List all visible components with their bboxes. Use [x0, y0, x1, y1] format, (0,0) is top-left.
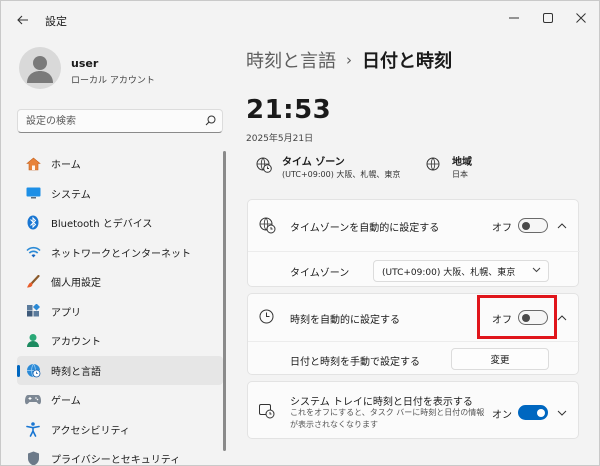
chevron-down-icon[interactable]	[556, 407, 568, 419]
clock-icon	[259, 309, 274, 324]
sidebar-item-label: ゲーム	[51, 396, 81, 408]
arrow-left-icon	[17, 15, 28, 25]
sidebar-item-network[interactable]: ネットワークとインターネット	[17, 238, 223, 268]
auto-time-title: 時刻を自動的に設定する	[290, 315, 400, 326]
sidebar-item-privacy[interactable]: プライバシーとセキュリティ	[17, 444, 223, 466]
taskbar-clock-icon	[259, 404, 275, 419]
breadcrumb-separator: ›	[346, 51, 352, 69]
minimize-button[interactable]	[499, 7, 529, 29]
globe-clock-icon	[256, 157, 272, 173]
sidebar-item-time-language[interactable]: 時刻と言語	[17, 355, 223, 385]
timezone-select-label: タイムゾーン	[290, 268, 350, 279]
manual-time-row: 日付と時刻を手動で設定する 変更	[248, 342, 580, 376]
person-icon	[27, 334, 39, 348]
timezone-dropdown-value: (UTC+09:00) 大阪、札幌、東京	[382, 268, 516, 278]
app-title: 設定	[45, 15, 67, 28]
tray-time-toggle[interactable]	[518, 405, 548, 420]
sidebar-item-label: プライバシーとセキュリティ	[51, 455, 181, 466]
account-type: ローカル アカウント	[71, 76, 155, 86]
wifi-icon	[25, 247, 41, 258]
home-icon	[25, 157, 41, 171]
user-name: user	[71, 57, 99, 70]
region-value: 日本	[452, 170, 468, 179]
change-time-button[interactable]: 変更	[451, 348, 549, 370]
avatar	[19, 47, 61, 89]
display-icon	[26, 187, 40, 199]
user-silhouette-icon	[27, 56, 53, 83]
sidebar-item-gaming[interactable]: ゲーム	[17, 385, 223, 415]
globe-clock-icon	[259, 217, 276, 234]
timezone-label: タイム ゾーン	[282, 157, 345, 168]
tray-time-row[interactable]: システム トレイに時刻と日付を表示する これをオフにすると、タスク バーに時刻と…	[248, 382, 580, 440]
region-label: 地域	[452, 157, 472, 168]
settings-window: 設定 user ローカル アカウント ホーム	[0, 0, 600, 466]
tray-time-title: システム トレイに時刻と日付を表示する	[290, 397, 473, 408]
current-time: 21:53	[246, 95, 332, 125]
sidebar-item-bluetooth[interactable]: Bluetooth とデバイス	[17, 208, 223, 238]
close-button[interactable]	[566, 7, 596, 29]
sidebar-item-label: 時刻と言語	[51, 366, 101, 378]
title-bar: 設定	[1, 1, 599, 39]
tray-time-description: これをオフにすると、タスク バーに時刻と日付の情報が表示されなくなります	[290, 408, 485, 429]
timezone-dropdown[interactable]: (UTC+09:00) 大阪、札幌、東京	[373, 260, 549, 282]
timezone-select-row: タイムゾーン (UTC+09:00) 大阪、札幌、東京	[248, 252, 580, 288]
sidebar-item-label: システム	[51, 189, 91, 201]
back-button[interactable]	[11, 9, 35, 31]
sidebar-item-personalization[interactable]: 個人用設定	[17, 267, 223, 297]
globe-icon	[426, 157, 440, 171]
sidebar-item-label: 個人用設定	[51, 278, 101, 290]
breadcrumb-parent[interactable]: 時刻と言語	[246, 47, 336, 73]
auto-timezone-card: タイムゾーンを自動的に設定する オフ タイムゾーン (UTC+09:00) 大阪…	[247, 199, 580, 288]
sidebar-nav: ホーム システム Bluetooth とデバイス ネットワークとインターネット …	[17, 149, 223, 466]
maximize-button[interactable]	[533, 7, 563, 29]
settings-search[interactable]	[17, 109, 223, 133]
chevron-up-icon[interactable]	[556, 312, 568, 324]
sidebar-item-label: ホーム	[51, 160, 81, 172]
tray-time-card: システム トレイに時刻と日付を表示する これをオフにすると、タスク バーに時刻と…	[247, 381, 579, 439]
sidebar-item-apps[interactable]: アプリ	[17, 297, 223, 327]
gamepad-icon	[25, 395, 41, 405]
sidebar-item-accounts[interactable]: アカウント	[17, 326, 223, 356]
close-icon	[576, 13, 586, 23]
sidebar-item-label: Bluetooth とデバイス	[51, 219, 153, 231]
bluetooth-icon	[27, 215, 39, 230]
sidebar-item-label: アクセシビリティ	[51, 425, 130, 437]
minimize-icon	[509, 17, 519, 19]
maximize-icon	[543, 13, 553, 23]
sidebar-item-label: アプリ	[51, 307, 81, 319]
timezone-value: (UTC+09:00) 大阪、札幌、東京	[282, 170, 401, 179]
accessibility-icon	[26, 421, 40, 437]
globe-clock-icon	[26, 363, 40, 378]
current-date: 2025年5月21日	[246, 134, 314, 144]
manual-time-label: 日付と時刻を手動で設定する	[290, 357, 420, 368]
sidebar-item-accessibility[interactable]: アクセシビリティ	[17, 415, 223, 445]
auto-timezone-row[interactable]: タイムゾーンを自動的に設定する オフ	[248, 200, 580, 250]
page-title: 日付と時刻	[362, 51, 452, 72]
user-card[interactable]: user ローカル アカウント	[19, 47, 219, 95]
search-input[interactable]	[26, 113, 196, 129]
breadcrumb: 時刻と言語 › 日付と時刻	[246, 47, 452, 73]
apps-icon	[27, 304, 40, 317]
chevron-up-icon[interactable]	[556, 220, 568, 232]
auto-timezone-state: オフ	[492, 223, 512, 234]
search-icon	[205, 115, 216, 126]
brush-icon	[27, 274, 40, 288]
sidebar-item-label: ネットワークとインターネット	[51, 248, 191, 260]
auto-timezone-title: タイムゾーンを自動的に設定する	[290, 223, 440, 234]
sidebar-item-home[interactable]: ホーム	[17, 149, 223, 179]
highlight-box	[477, 295, 557, 339]
tray-time-state: オン	[492, 410, 512, 421]
auto-timezone-toggle[interactable]	[518, 218, 548, 233]
sidebar-item-system[interactable]: システム	[17, 179, 223, 209]
sidebar-scrollbar[interactable]	[223, 151, 226, 451]
sidebar-item-label: アカウント	[51, 337, 101, 349]
shield-icon	[27, 451, 39, 465]
chevron-down-icon	[532, 267, 541, 273]
